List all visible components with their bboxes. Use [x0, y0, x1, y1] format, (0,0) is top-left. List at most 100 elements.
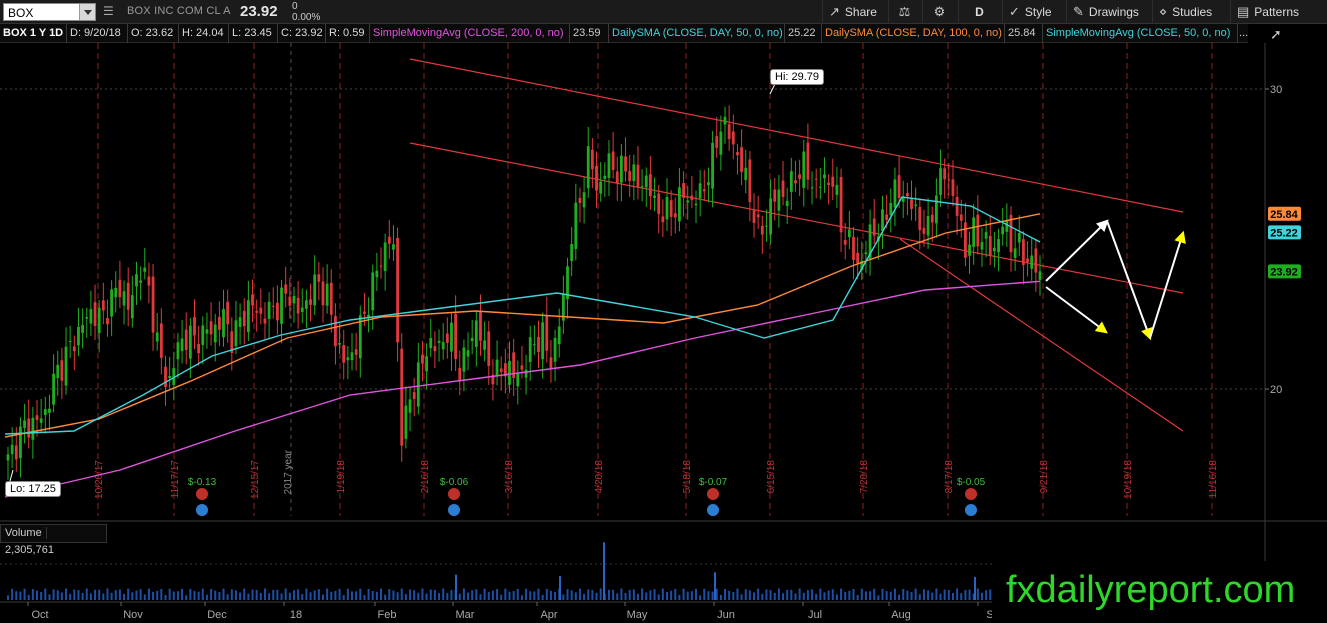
- volume-bar: [939, 593, 942, 600]
- candle-body: [64, 346, 68, 386]
- candle-body: [313, 274, 317, 306]
- volume-bar: [798, 588, 801, 600]
- candle-body: [644, 175, 648, 188]
- candle-body: [852, 236, 855, 260]
- volume-bar: [636, 593, 639, 600]
- volume-bar: [251, 589, 254, 600]
- volume-bar: [475, 589, 478, 600]
- candle-body: [624, 156, 627, 172]
- volume-bar: [583, 593, 586, 600]
- earnings-icon: [196, 488, 208, 500]
- candle-body: [454, 313, 458, 360]
- candle-body: [275, 302, 279, 321]
- volume-bar: [396, 592, 399, 600]
- volume-bar: [342, 595, 345, 600]
- volume-bar: [413, 590, 416, 600]
- volume-bar: [765, 589, 768, 600]
- candle-body: [317, 274, 321, 282]
- volume-bar: [152, 591, 155, 600]
- volume-bar: [31, 589, 34, 600]
- earnings-icon: [707, 488, 719, 500]
- volume-bar: [947, 589, 950, 600]
- expiration-date-label: 10/19/18: [1123, 460, 1134, 499]
- earnings-icon: [965, 488, 977, 500]
- volume-bar: [840, 588, 843, 600]
- volume-bar: [98, 589, 101, 600]
- candle-body: [781, 180, 785, 198]
- candle-body: [139, 280, 143, 283]
- volume-bar: [496, 589, 499, 600]
- candle-body: [350, 352, 354, 361]
- volume-bar: [94, 589, 97, 600]
- volume-bar: [483, 588, 486, 600]
- candle-body: [603, 175, 607, 179]
- volume-bar: [802, 592, 805, 600]
- candle-body: [205, 329, 209, 334]
- candle-body: [686, 200, 690, 203]
- candle-body: [839, 176, 843, 233]
- candle-body: [143, 267, 147, 272]
- volume-bar: [326, 588, 329, 600]
- candle-body: [653, 195, 656, 199]
- candle-body: [528, 337, 532, 362]
- price-tag-label: 25.22: [1270, 227, 1298, 239]
- volume-bar: [446, 593, 449, 600]
- candle-body: [922, 227, 926, 234]
- candle-body: [89, 309, 93, 324]
- volume-bar: [201, 588, 204, 600]
- volume-bar: [189, 588, 192, 600]
- candle-body: [363, 311, 366, 314]
- volume-bar: [985, 590, 988, 600]
- candle-body: [918, 206, 922, 231]
- volume-bar: [292, 590, 295, 600]
- volume-bar: [906, 590, 909, 600]
- candle-body: [234, 320, 238, 347]
- candle-body: [296, 297, 300, 314]
- price-chart[interactable]: 20 30 10/20/17 11/17/17 12/15/17 1/19/18 2/16/…: [0, 0, 1327, 623]
- volume-bar: [330, 591, 333, 600]
- info-icon: [965, 504, 977, 516]
- volume-bar: [794, 593, 797, 600]
- candle-body: [736, 152, 739, 156]
- volume-bar: [898, 594, 901, 600]
- volume-bar: [574, 592, 577, 600]
- candle-body: [756, 214, 760, 218]
- candle-body: [881, 209, 884, 232]
- volume-bar: [757, 588, 760, 600]
- candle-body: [939, 168, 942, 195]
- expiration-date-label: 8/17/18: [944, 460, 955, 494]
- volume-bar: [438, 593, 441, 600]
- candle-body: [590, 149, 594, 170]
- candle-body: [346, 357, 350, 361]
- candle-body: [14, 445, 18, 460]
- candle-body: [60, 360, 64, 381]
- volume-bar: [533, 591, 536, 600]
- volume-bar: [877, 595, 880, 600]
- candle-body: [56, 364, 60, 379]
- expiration-date-label: 2/16/18: [420, 460, 431, 494]
- volume-bar: [11, 588, 14, 600]
- candle-body: [213, 324, 217, 343]
- expiration-date-label: 4/20/18: [594, 460, 605, 494]
- volume-bar: [317, 589, 320, 600]
- candle-body: [524, 369, 528, 378]
- volume-bar: [181, 588, 184, 600]
- volume-bar: [313, 590, 316, 600]
- volume-bar: [665, 592, 668, 600]
- candle-body: [242, 310, 246, 327]
- volume-bar: [657, 594, 660, 600]
- volume-bar: [450, 589, 453, 600]
- volume-bar: [806, 590, 809, 600]
- volume-bar: [247, 593, 250, 600]
- volume-bar: [989, 589, 992, 600]
- volume-bar: [719, 594, 722, 600]
- volume-bar: [649, 590, 652, 600]
- candle-body: [553, 337, 557, 362]
- month-label: Jul: [808, 609, 822, 621]
- candle-body: [818, 186, 822, 188]
- candle-body: [769, 198, 773, 235]
- candle-body: [387, 236, 391, 244]
- candle-body: [520, 365, 524, 370]
- candle-body: [201, 325, 205, 345]
- volume-bar: [562, 594, 565, 600]
